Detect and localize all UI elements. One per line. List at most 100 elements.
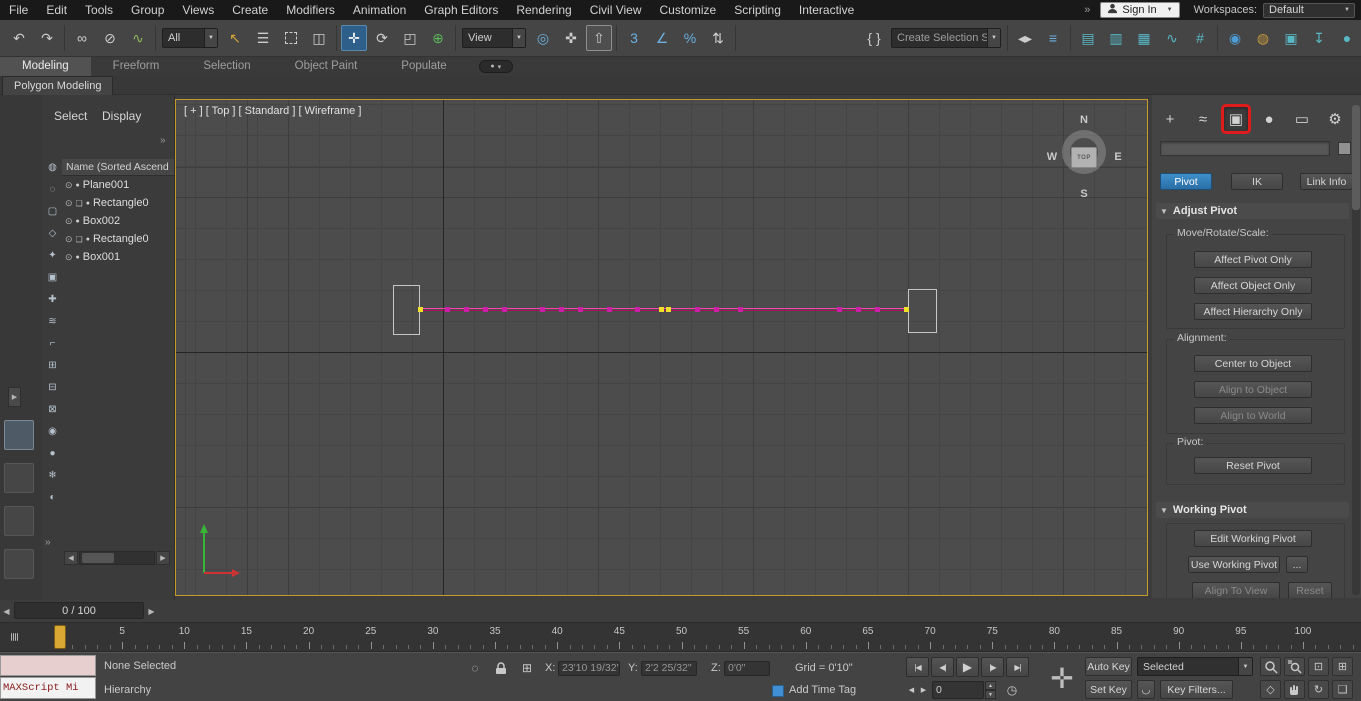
percent-snap-icon[interactable]: % bbox=[677, 25, 703, 51]
edit-working-pivot-button[interactable]: Edit Working Pivot bbox=[1194, 530, 1312, 547]
motion-tab[interactable]: ● bbox=[1257, 107, 1281, 131]
menu-animation[interactable]: Animation bbox=[344, 0, 415, 20]
compass-east[interactable]: E bbox=[1110, 151, 1126, 163]
select-and-scale-icon[interactable]: ◰ bbox=[397, 25, 423, 51]
explorer-menu-display[interactable]: Display bbox=[102, 109, 141, 123]
keying-controls-icon[interactable]: ✛ bbox=[1045, 658, 1079, 698]
spline-vertex[interactable] bbox=[445, 307, 450, 312]
z-coordinate-field[interactable]: 0'0" bbox=[724, 661, 770, 676]
render-cloud-icon[interactable]: ↧ bbox=[1306, 25, 1332, 51]
display-helpers-icon[interactable]: ✚ bbox=[44, 291, 61, 308]
select-and-manipulate-icon[interactable]: ✜ bbox=[558, 25, 584, 51]
spline-vertex[interactable] bbox=[695, 307, 700, 312]
ribbon-tab-populate[interactable]: Populate bbox=[379, 57, 468, 76]
selection-lock-icon[interactable] bbox=[492, 659, 510, 677]
maximize-viewport-button[interactable]: ❑ bbox=[1332, 680, 1353, 699]
sign-in-button[interactable]: Sign In ▼ bbox=[1100, 2, 1180, 18]
window-crossing-icon[interactable]: ◫ bbox=[306, 25, 332, 51]
orbit-button[interactable]: ↻ bbox=[1308, 680, 1329, 699]
set-key-button[interactable]: Set Key bbox=[1085, 680, 1132, 699]
y-coordinate-field[interactable]: 2'2 25/32" bbox=[641, 661, 697, 676]
go-to-start-button[interactable]: |◀ bbox=[906, 657, 929, 677]
bind-to-space-warp-icon[interactable]: ∿ bbox=[125, 25, 151, 51]
working-pivot-reset-button[interactable]: Reset bbox=[1288, 582, 1332, 598]
affect-hierarchy-only-button[interactable]: Affect Hierarchy Only bbox=[1194, 303, 1312, 320]
new-key-tangent-button[interactable]: ◡ bbox=[1137, 680, 1155, 699]
display-objects-icon[interactable]: ● bbox=[44, 445, 61, 462]
spline-vertex[interactable] bbox=[418, 307, 423, 312]
layer-explorer-icon[interactable]: ▥ bbox=[1103, 25, 1129, 51]
spline-object[interactable] bbox=[418, 306, 909, 314]
chevron-down-icon[interactable]: ▼ bbox=[1238, 658, 1252, 675]
explorer-overflow-chevron[interactable]: » bbox=[160, 135, 166, 146]
display-geometry-icon[interactable]: ▢ bbox=[44, 203, 61, 220]
display-lights-icon[interactable]: ✦ bbox=[44, 247, 61, 264]
rendered-frame-icon[interactable]: ▣ bbox=[1278, 25, 1304, 51]
frame-forward-spinner[interactable]: ▶ bbox=[918, 681, 929, 699]
use-pivot-center-icon[interactable]: ◎ bbox=[530, 25, 556, 51]
material-editor-icon[interactable]: ◉ bbox=[1222, 25, 1248, 51]
unlink-selection-icon[interactable]: ⊘ bbox=[97, 25, 123, 51]
visibility-eye-icon[interactable]: ⊙ bbox=[65, 216, 73, 227]
adjust-pivot-rollout[interactable]: ▼ Adjust Pivot bbox=[1156, 203, 1349, 219]
spline-vertex[interactable] bbox=[714, 307, 719, 312]
render-production-icon[interactable]: ● bbox=[1334, 25, 1360, 51]
spline-vertex[interactable] bbox=[559, 307, 564, 312]
redo-button[interactable]: ↷ bbox=[34, 25, 60, 51]
visibility-eye-icon[interactable]: ⊙ bbox=[65, 252, 73, 263]
add-time-tag[interactable]: Add Time Tag bbox=[789, 684, 856, 696]
spline-vertex[interactable] bbox=[502, 307, 507, 312]
previous-frame-arrow[interactable]: ◀ bbox=[1, 603, 12, 619]
select-and-move-icon[interactable]: ✛ bbox=[341, 25, 367, 51]
scene-explorer-icon[interactable]: ▤ bbox=[1075, 25, 1101, 51]
schematic-view-icon[interactable]: # bbox=[1187, 25, 1213, 51]
isolate-selection-icon[interactable]: ◌ bbox=[466, 659, 484, 677]
current-frame-field[interactable]: 0 bbox=[932, 681, 984, 699]
track-bar[interactable]: ≣ 5 10 15 20 25 30 35 40 45 50 55 60 65 70 75 80 85 90 95 1… bbox=[0, 622, 1361, 652]
time-configuration-button[interactable]: ◷ bbox=[1003, 681, 1021, 699]
menu-rendering[interactable]: Rendering bbox=[507, 0, 580, 20]
undo-button[interactable]: ↶ bbox=[6, 25, 32, 51]
select-and-place-icon[interactable]: ⊕ bbox=[425, 25, 451, 51]
rectangle-object-left[interactable] bbox=[393, 285, 420, 335]
rectangular-selection-icon[interactable] bbox=[278, 25, 304, 51]
menu-modifiers[interactable]: Modifiers bbox=[277, 0, 344, 20]
scene-object-row[interactable]: ⊙ ● Plane001 bbox=[62, 176, 174, 194]
time-slider-handle[interactable] bbox=[54, 625, 66, 649]
ik-mode-button[interactable]: IK bbox=[1231, 173, 1283, 190]
display-containers-icon[interactable]: ⊞ bbox=[44, 357, 61, 374]
use-working-pivot-button[interactable]: Use Working Pivot bbox=[1188, 556, 1280, 573]
menu-group[interactable]: Group bbox=[122, 0, 173, 20]
command-panel-scrollbar[interactable] bbox=[1352, 105, 1360, 595]
align-to-view-button[interactable]: Align To View bbox=[1192, 582, 1280, 598]
auto-key-button[interactable]: Auto Key bbox=[1085, 657, 1132, 676]
spline-vertex[interactable] bbox=[738, 307, 743, 312]
panel-expander-button[interactable]: ▶ bbox=[8, 387, 21, 407]
menu-graph-editors[interactable]: Graph Editors bbox=[415, 0, 507, 20]
menu-civil-view[interactable]: Civil View bbox=[581, 0, 651, 20]
scroll-left-button[interactable]: ◀ bbox=[64, 551, 78, 565]
chevron-down-icon[interactable]: ▼ bbox=[204, 29, 217, 47]
compass-west[interactable]: W bbox=[1044, 151, 1060, 163]
display-all-icon[interactable]: ◍ bbox=[44, 159, 61, 176]
explorer-menu-select[interactable]: Select bbox=[54, 109, 87, 123]
named-selection-sets-icon[interactable]: { } bbox=[861, 25, 887, 51]
spline-vertex[interactable] bbox=[540, 307, 545, 312]
field-of-view-button[interactable]: ◇ bbox=[1260, 680, 1281, 699]
explorer-toolbar-overflow-chevron[interactable]: » bbox=[45, 537, 51, 548]
selection-filter-dropdown[interactable]: All ▼ bbox=[162, 28, 218, 48]
display-tab[interactable]: ▭ bbox=[1290, 107, 1314, 131]
spline-vertex[interactable] bbox=[635, 307, 640, 312]
curve-editor-icon[interactable]: ∿ bbox=[1159, 25, 1185, 51]
rectangle-object-right[interactable] bbox=[908, 289, 937, 333]
zoom-button[interactable] bbox=[1260, 657, 1281, 676]
viewcube-top-face[interactable]: TOP bbox=[1071, 147, 1097, 168]
spline-vertex[interactable] bbox=[578, 307, 583, 312]
play-button[interactable]: ▶ bbox=[956, 657, 979, 677]
viewport-layout-tab[interactable] bbox=[4, 420, 34, 450]
previous-frame-button[interactable]: ◀| bbox=[931, 657, 954, 677]
menu-interactive[interactable]: Interactive bbox=[790, 0, 863, 20]
compass-north[interactable]: N bbox=[1076, 114, 1092, 126]
key-filters-button[interactable]: Key Filters... bbox=[1160, 680, 1233, 699]
spline-vertex[interactable] bbox=[464, 307, 469, 312]
